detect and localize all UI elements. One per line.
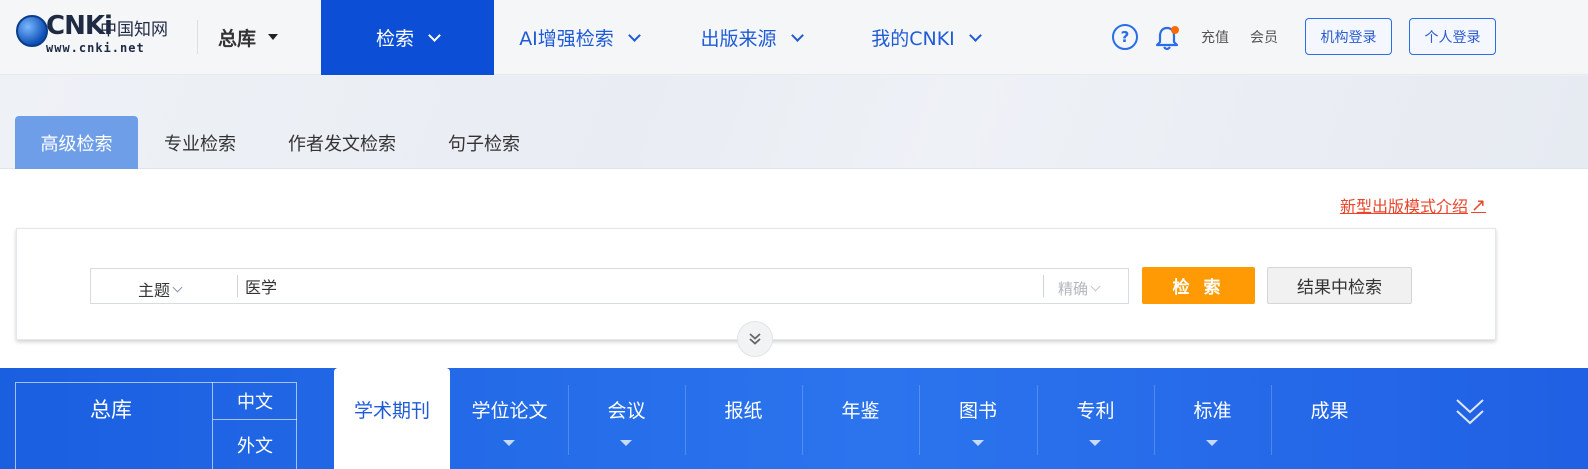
search-input[interactable] [245, 272, 1035, 300]
database-selector-label: 总库 [218, 27, 257, 50]
caret-down-icon [972, 440, 984, 446]
db-tab-newspapers[interactable]: 报纸 [685, 368, 802, 469]
cnki-logo[interactable]: CNKi 中国知网 www.cnki.net [16, 11, 176, 57]
chevron-down-icon [172, 282, 183, 292]
nav-ai-search-label: AI增强检索 [519, 28, 614, 50]
field-divider [237, 275, 238, 297]
match-divider [1043, 275, 1044, 297]
double-chevron-down-icon [749, 333, 761, 345]
database-selector[interactable]: 总库 [218, 24, 279, 50]
db-tab-theses[interactable]: 学位论文 [451, 368, 568, 469]
publishing-model-intro-link[interactable]: 新型出版模式介绍 ↗ [1340, 193, 1486, 217]
chevron-down-icon [428, 28, 441, 42]
search-field-selector[interactable]: 主题 [138, 277, 183, 301]
arrow-up-right-icon: ↗ [1471, 194, 1487, 216]
chevron-down-icon [790, 28, 804, 42]
globe-icon [16, 15, 48, 47]
nav-search-label: 检索 [375, 28, 414, 50]
intro-link-label: 新型出版模式介绍 [1340, 197, 1469, 216]
caret-down-icon [620, 440, 632, 446]
db-tab-books[interactable]: 图书 [919, 368, 1037, 469]
nav-divider [197, 20, 198, 54]
tab-author-search[interactable]: 作者发文检索 [270, 116, 414, 169]
nav-publication-source-label: 出版来源 [700, 28, 777, 50]
search-button[interactable]: 检 索 [1142, 267, 1255, 304]
top-navbar: CNKi 中国知网 www.cnki.net 总库 检索 AI增强检索 出版来源… [0, 0, 1588, 75]
db-tab-journals[interactable]: 学术期刊 [334, 368, 450, 469]
tab-sentence-search[interactable]: 句子检索 [428, 116, 540, 169]
recharge-link[interactable]: 充值 [1201, 27, 1229, 47]
search-within-results-button[interactable]: 结果中检索 [1267, 267, 1412, 304]
match-mode-label: 精确 [1058, 280, 1089, 298]
more-databases-icon[interactable] [1452, 394, 1488, 430]
search-field-label: 主题 [138, 281, 171, 300]
lang-chinese-toggle[interactable]: 中文 [212, 382, 297, 420]
logo-url: www.cnki.net [46, 41, 145, 55]
chevron-down-icon [1090, 281, 1101, 292]
bell-icon[interactable] [1154, 24, 1180, 52]
member-link[interactable]: 会员 [1250, 27, 1278, 47]
logo-chinese-name: 中国知网 [100, 20, 168, 40]
db-tab-patents[interactable]: 专利 [1037, 368, 1154, 469]
match-mode-selector[interactable]: 精确 [1058, 278, 1101, 299]
expand-search-button[interactable] [737, 321, 773, 357]
nav-my-cnki-label: 我的CNKI [871, 28, 955, 50]
help-icon[interactable]: ? [1112, 24, 1138, 50]
org-login-button[interactable]: 机构登录 [1305, 18, 1392, 55]
chevron-down-icon [968, 28, 982, 42]
caret-down-icon [268, 34, 279, 40]
db-tab-yearbooks[interactable]: 年鉴 [802, 368, 919, 469]
lang-foreign-toggle[interactable]: 外文 [212, 420, 297, 469]
tab-professional-search[interactable]: 专业检索 [144, 116, 256, 169]
total-db-label[interactable]: 总库 [90, 394, 132, 424]
caret-down-icon [503, 440, 515, 446]
tab-advanced-search[interactable]: 高级检索 [15, 116, 138, 169]
db-tab-conferences[interactable]: 会议 [568, 368, 685, 469]
db-tab-achievements[interactable]: 成果 [1271, 368, 1388, 469]
nav-ai-search[interactable]: AI增强检索 [494, 0, 664, 75]
nav-search[interactable]: 检索 [321, 0, 494, 75]
caret-down-icon [1089, 440, 1101, 446]
db-tab-standards[interactable]: 标准 [1154, 368, 1271, 469]
nav-publication-source[interactable]: 出版来源 [676, 0, 826, 75]
caret-down-icon [1206, 440, 1218, 446]
chevron-down-icon [627, 28, 641, 42]
personal-login-button[interactable]: 个人登录 [1409, 18, 1496, 55]
nav-my-cnki[interactable]: 我的CNKI [848, 0, 1003, 75]
